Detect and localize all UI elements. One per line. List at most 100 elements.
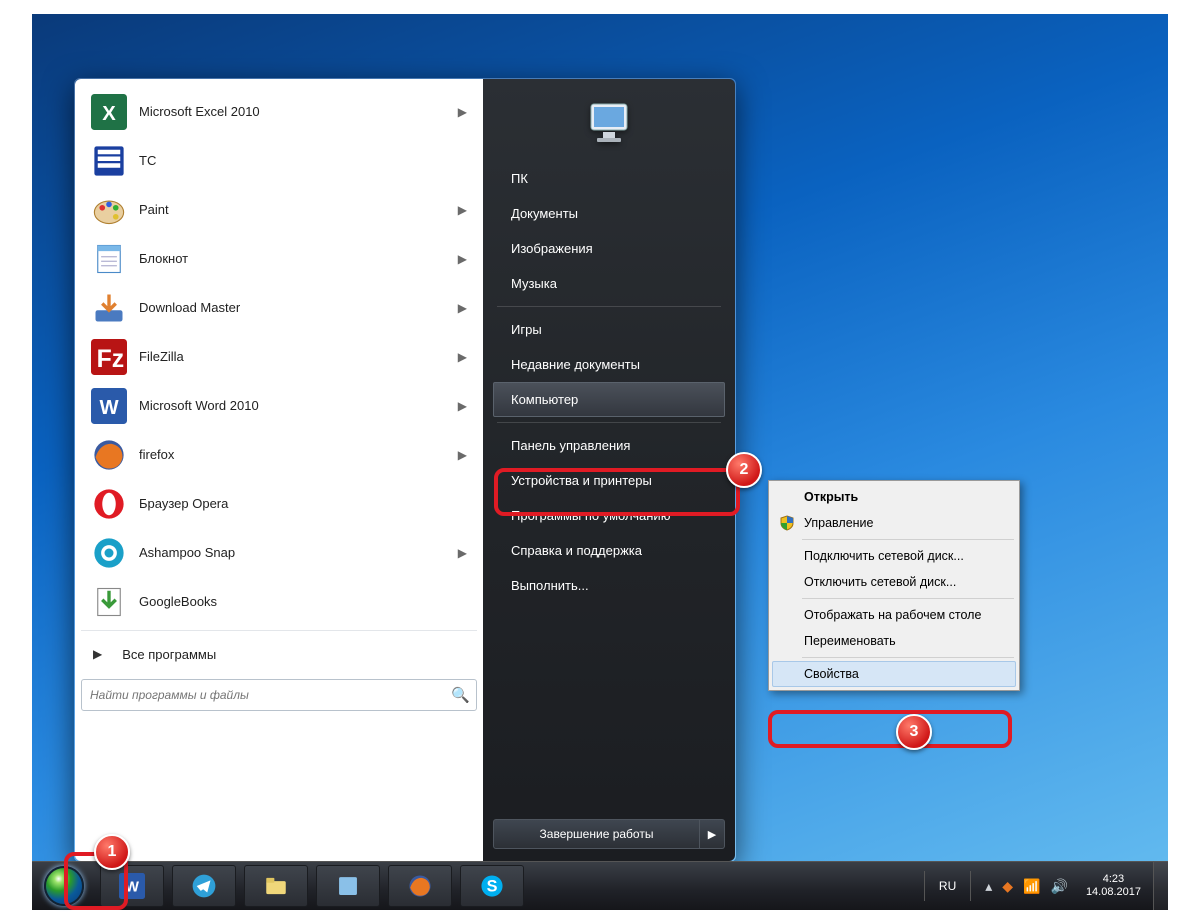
user-picture (483, 87, 735, 161)
divider (924, 871, 925, 901)
program-firefox[interactable]: firefox ▶ (81, 430, 477, 479)
divider (497, 306, 721, 307)
divider (802, 657, 1014, 658)
divider (802, 598, 1014, 599)
start-menu-places-pane: ПК Документы Изображения Музыка Игры Нед… (483, 79, 735, 861)
places-recent[interactable]: Недавние документы (493, 347, 725, 382)
submenu-arrow-icon: ▶ (458, 252, 467, 266)
places-pictures[interactable]: Изображения (493, 231, 725, 266)
filezilla-icon: Fz (91, 339, 127, 375)
tray-up-icon[interactable]: ▴ (985, 878, 992, 895)
svg-text:X: X (102, 102, 116, 124)
places-devices[interactable]: Устройства и принтеры (493, 463, 725, 498)
ctx-rename[interactable]: Переименовать (772, 628, 1016, 654)
search-input[interactable] (88, 687, 451, 703)
svg-text:Fz: Fz (97, 346, 125, 373)
network-icon[interactable]: 📶 (1023, 878, 1040, 895)
search-icon: 🔍 (451, 686, 470, 704)
svg-text:S: S (487, 878, 498, 896)
ctx-show-on-desktop[interactable]: Отображать на рабочем столе (772, 602, 1016, 628)
program-label: Download Master (139, 300, 458, 315)
taskbar-firefox[interactable] (388, 865, 452, 907)
program-label: Браузер Opera (139, 496, 467, 511)
program-filezilla[interactable]: Fz FileZilla ▶ (81, 332, 477, 381)
annotation-box-3 (768, 710, 1012, 748)
svg-text:W: W (125, 880, 139, 896)
divider (970, 871, 971, 901)
places-default-programs[interactable]: Программы по умолчанию (493, 498, 725, 533)
program-ashampoo-snap[interactable]: Ashampoo Snap ▶ (81, 528, 477, 577)
start-button[interactable] (38, 864, 90, 908)
taskbar-word[interactable]: W (100, 865, 164, 907)
taskbar-skype[interactable]: S (460, 865, 524, 907)
submenu-arrow-icon: ▶ (458, 203, 467, 217)
ctx-properties[interactable]: Свойства (772, 661, 1016, 687)
divider (497, 422, 721, 423)
tray-icons: ▴ ◆ 📶 🔊 (979, 878, 1074, 895)
language-indicator[interactable]: RU (933, 879, 962, 893)
tray-app-icon[interactable]: ◆ (1002, 878, 1013, 895)
clock-date: 14.08.2017 (1086, 886, 1141, 899)
program-excel[interactable]: X Microsoft Excel 2010 ▶ (81, 87, 477, 136)
program-label: TC (139, 153, 467, 168)
program-label: GoogleBooks (139, 594, 467, 609)
program-label: Paint (139, 202, 458, 217)
context-menu-computer: Открыть Управление Подключить сетевой ди… (768, 480, 1020, 691)
program-word[interactable]: W Microsoft Word 2010 ▶ (81, 381, 477, 430)
taskbar: W S RU ▴ ◆ 📶 🔊 4:23 14.08.2017 (32, 861, 1168, 910)
all-programs[interactable]: ▶ Все программы (81, 635, 477, 673)
taskbar-explorer[interactable] (244, 865, 308, 907)
submenu-arrow-icon: ▶ (458, 546, 467, 560)
submenu-arrow-icon: ▶ (458, 105, 467, 119)
taskbar-app[interactable] (316, 865, 380, 907)
firefox-icon (91, 437, 127, 473)
divider (81, 630, 477, 631)
notepad-icon (91, 241, 127, 277)
shutdown-button[interactable]: Завершение работы (493, 819, 700, 849)
program-notepad[interactable]: Блокнот ▶ (81, 234, 477, 283)
places-help[interactable]: Справка и поддержка (493, 533, 725, 568)
submenu-arrow-icon: ▶ (458, 301, 467, 315)
places-pc[interactable]: ПК (493, 161, 725, 196)
start-menu: X Microsoft Excel 2010 ▶ TC Paint ▶ Блок… (74, 78, 736, 862)
volume-icon[interactable]: 🔊 (1051, 878, 1068, 895)
system-tray: RU ▴ ◆ 📶 🔊 4:23 14.08.2017 (916, 862, 1168, 910)
program-label: Microsoft Word 2010 (139, 398, 458, 413)
program-label: Ashampoo Snap (139, 545, 458, 560)
ctx-open[interactable]: Открыть (772, 484, 1016, 510)
ctx-manage[interactable]: Управление (772, 510, 1016, 536)
clock[interactable]: 4:23 14.08.2017 (1074, 873, 1153, 899)
places-run[interactable]: Выполнить... (493, 568, 725, 603)
show-desktop-button[interactable] (1153, 862, 1168, 910)
program-download-master[interactable]: Download Master ▶ (81, 283, 477, 332)
ctx-unmap-drive[interactable]: Отключить сетевой диск... (772, 569, 1016, 595)
search-box[interactable]: 🔍 (81, 679, 477, 711)
program-label: firefox (139, 447, 458, 462)
places-music[interactable]: Музыка (493, 266, 725, 301)
submenu-arrow-icon: ▶ (458, 448, 467, 462)
program-tc[interactable]: TC (81, 136, 477, 185)
places-computer[interactable]: Компьютер (493, 382, 725, 417)
shutdown-button-group: Завершение работы ▶ (493, 819, 725, 849)
taskbar-telegram[interactable] (172, 865, 236, 907)
clock-time: 4:23 (1086, 873, 1141, 886)
program-opera[interactable]: Браузер Opera (81, 479, 477, 528)
desktop: X Microsoft Excel 2010 ▶ TC Paint ▶ Блок… (32, 14, 1168, 910)
annotation-number-3: 3 (896, 714, 932, 750)
svg-text:W: W (99, 396, 119, 418)
ctx-map-drive[interactable]: Подключить сетевой диск... (772, 543, 1016, 569)
tc-icon (91, 143, 127, 179)
shield-icon (778, 514, 796, 532)
program-paint[interactable]: Paint ▶ (81, 185, 477, 234)
all-programs-label: Все программы (122, 647, 216, 662)
ashampoo-snap-icon (91, 535, 127, 571)
places-control-panel[interactable]: Панель управления (493, 428, 725, 463)
excel-icon: X (91, 94, 127, 130)
paint-icon (91, 192, 127, 228)
program-googlebooks[interactable]: GoogleBooks (81, 577, 477, 626)
start-menu-programs-pane: X Microsoft Excel 2010 ▶ TC Paint ▶ Блок… (75, 79, 483, 861)
googlebooks-icon (91, 584, 127, 620)
places-documents[interactable]: Документы (493, 196, 725, 231)
places-games[interactable]: Игры (493, 312, 725, 347)
shutdown-options-arrow[interactable]: ▶ (700, 819, 725, 849)
